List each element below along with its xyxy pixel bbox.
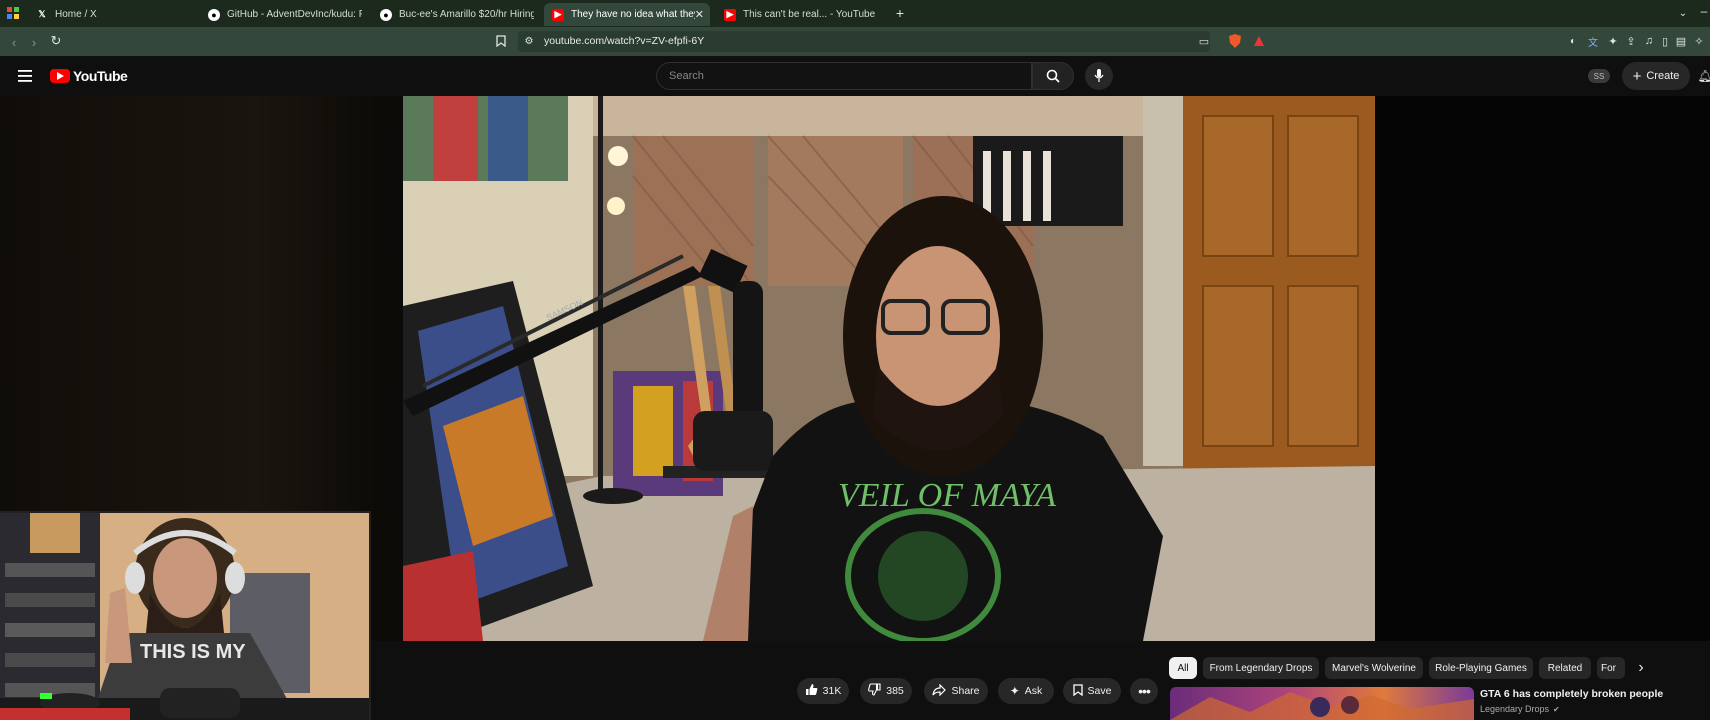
svg-text:THIS IS MY: THIS IS MY (140, 641, 246, 663)
chip-all[interactable]: All (1169, 657, 1197, 679)
chip-label: Marvel's Wolverine (1332, 662, 1416, 674)
search-button[interactable] (1032, 62, 1074, 90)
youtube-logo-icon: ▶ (552, 8, 564, 21)
thumbs-down-icon (868, 683, 881, 699)
tab-list-chevron-icon[interactable]: ⌄ (1676, 6, 1690, 20)
browser-tab-bar: 𝕏 Home / X ● GitHub - AdventDevInc/kudu:… (0, 0, 1710, 27)
search-icon (1045, 68, 1061, 84)
recommendation-title[interactable]: GTA 6 has completely broken people (1480, 688, 1663, 700)
browser-address-bar: ‹ › ↻ ⚙ youtube.com/watch?v=ZV-efpfi-6Y … (0, 27, 1710, 56)
forward-arrow-icon[interactable]: › (26, 34, 42, 50)
reload-icon[interactable]: ↻ (48, 33, 64, 49)
github-logo-icon: ● (208, 8, 220, 21)
verified-check-icon: ✔ (1553, 704, 1560, 714)
avatar[interactable]: SS (1588, 69, 1610, 83)
tablet-view-icon[interactable]: ▯ (1658, 33, 1672, 49)
search-input[interactable]: Search (656, 62, 1032, 90)
sparkle-icon: ✦ (1009, 684, 1020, 698)
youtube-logo-icon: ▶ (724, 8, 736, 21)
tab-youtube-this-cant-be-real[interactable]: ▶ This can't be real... - YouTube (716, 3, 886, 26)
chip-label: All (1177, 662, 1189, 674)
alert-triangle-icon[interactable] (1252, 33, 1266, 49)
dislike-button[interactable]: 385 (860, 678, 912, 704)
thumbnail-art (1170, 692, 1474, 720)
chips-next-chevron-icon[interactable]: › (1632, 659, 1650, 677)
shield-icon[interactable] (1228, 33, 1242, 49)
microphone-icon (1092, 68, 1106, 84)
more-actions-button[interactable]: ••• (1130, 678, 1158, 704)
share-arrow-icon (932, 683, 947, 699)
ask-label: Ask (1024, 685, 1043, 697)
tab-title: Buc-ee's Amarillo $20/hr Hiring - Gro (399, 9, 534, 20)
youtube-play-icon (50, 69, 70, 83)
ask-button[interactable]: ✦ Ask (998, 678, 1054, 704)
save-label: Save (1087, 685, 1112, 697)
video-scene: VEIL OF MAYA SAMSON (403, 96, 1375, 641)
tab-youtube-active[interactable]: ▶ They have no idea what they've ✕ (544, 3, 710, 26)
close-icon[interactable]: ✕ (695, 8, 704, 21)
cast-icon[interactable]: ▭ (1196, 33, 1212, 49)
youtube-header: YouTube Search SS + Create 🔔︎ (0, 56, 1710, 96)
recommendation-channel[interactable]: Legendary Drops (1480, 704, 1549, 714)
extension-wallet-icon[interactable]: ◐ (1566, 33, 1580, 49)
youtube-logo-text: YouTube (73, 68, 128, 84)
create-label: Create (1646, 70, 1680, 82)
tab-title: They have no idea what they've (571, 9, 695, 20)
save-button[interactable]: Save (1063, 678, 1121, 704)
share-icon[interactable]: ⇪ (1624, 33, 1638, 49)
voice-search-button[interactable] (1085, 62, 1113, 90)
streamer-webcam: THIS IS MY (0, 511, 371, 720)
thumbs-up-icon (805, 683, 818, 699)
webcam-scene: THIS IS MY (0, 513, 369, 720)
plus-icon: + (1632, 67, 1642, 85)
tab-github-kudu[interactable]: ● GitHub - AdventDevInc/kudu: Free W (200, 3, 362, 26)
url-text: youtube.com/watch?v=ZV-efpfi-6Y (544, 35, 705, 47)
share-label: Share (951, 685, 980, 697)
bookmark-icon[interactable] (494, 33, 508, 49)
chip-for[interactable]: For (1597, 657, 1625, 679)
ai-assistant-icon[interactable]: ✧ (1692, 33, 1706, 49)
dislike-count: 385 (886, 685, 904, 697)
new-tab-button[interactable]: + (892, 5, 908, 21)
tab-home-x[interactable]: 𝕏 Home / X (28, 3, 198, 26)
like-button[interactable]: 31K (797, 678, 849, 704)
chip-label: For (1601, 662, 1616, 674)
youtube-logo[interactable]: YouTube (50, 67, 128, 85)
window-minimize-icon[interactable]: – (1698, 4, 1710, 18)
extension-translate-icon[interactable]: 文 (1586, 33, 1600, 49)
tab-title: Home / X (55, 9, 97, 20)
chip-label: Related (1547, 662, 1583, 674)
hamburger-menu-icon[interactable] (16, 68, 34, 84)
tab-title: GitHub - AdventDevInc/kudu: Free W (227, 9, 362, 20)
chip-label: From Legendary Drops (1209, 662, 1313, 674)
github-logo-icon: ● (380, 8, 392, 21)
create-button[interactable]: + Create (1622, 62, 1690, 90)
notifications-bell-icon[interactable]: 🔔︎ (1697, 68, 1710, 84)
like-count: 31K (822, 685, 842, 697)
chip-role-playing-games[interactable]: Role-Playing Games (1429, 657, 1533, 679)
video-frame[interactable]: VEIL OF MAYA SAMSON (403, 96, 1375, 641)
recommendation-thumbnail[interactable] (1170, 687, 1474, 720)
extension-puzzle-icon[interactable]: ✦ (1606, 33, 1620, 49)
chip-from-legendary-drops[interactable]: From Legendary Drops (1203, 657, 1319, 679)
chip-label: Role-Playing Games (1435, 662, 1527, 674)
tab-title: This can't be real... - YouTube (743, 9, 876, 20)
shirt-print-text: VEIL OF MAYA (838, 477, 1056, 514)
reading-list-icon[interactable]: ▤ (1674, 33, 1688, 49)
back-arrow-icon[interactable]: ‹ (6, 34, 22, 50)
search-placeholder: Search (669, 70, 704, 82)
chip-marvels-wolverine[interactable]: Marvel's Wolverine (1325, 657, 1423, 679)
more-horizontal-icon: ••• (1138, 683, 1151, 699)
site-info-icon[interactable]: ⚙ (522, 34, 536, 48)
chip-related[interactable]: Related (1539, 657, 1591, 679)
x-logo-icon: 𝕏 (38, 9, 46, 19)
browser-menu-icon[interactable] (6, 6, 20, 20)
url-field[interactable]: ⚙ youtube.com/watch?v=ZV-efpfi-6Y (518, 31, 1210, 52)
bookmark-save-icon (1072, 683, 1083, 699)
recommendation-channel-row: Legendary Drops ✔ (1480, 704, 1560, 714)
share-button[interactable]: Share (924, 678, 988, 704)
tab-bucees[interactable]: ● Buc-ee's Amarillo $20/hr Hiring - Gro (372, 3, 534, 26)
avatar-initials: SS (1593, 71, 1605, 81)
